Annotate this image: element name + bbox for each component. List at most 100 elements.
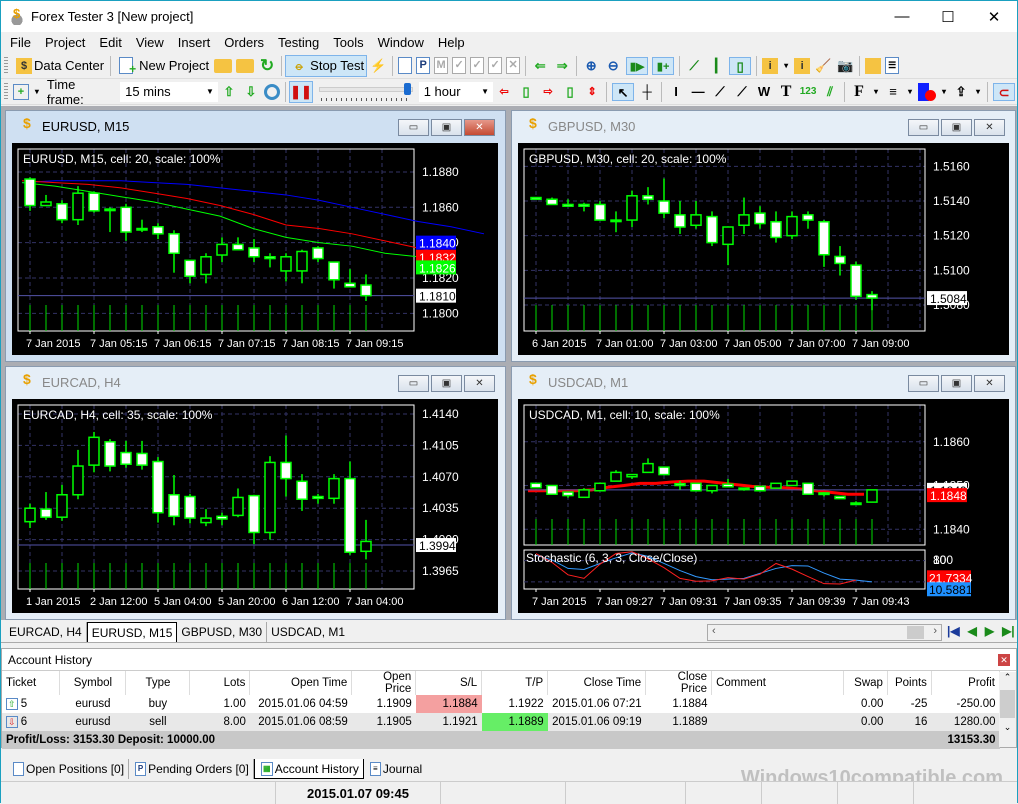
first-chart-icon[interactable]: |◀: [947, 624, 960, 638]
money-forward-icon[interactable]: ⇒: [553, 57, 571, 75]
tab-pending-orders[interactable]: P Pending Orders [0]: [129, 759, 254, 779]
elliott-wave-icon[interactable]: 123: [799, 83, 817, 101]
delete-order-icon[interactable]: ✕: [506, 57, 521, 74]
col-comment[interactable]: Comment: [711, 671, 844, 695]
chevron-down-icon[interactable]: ▾: [974, 83, 982, 101]
vertical-line-icon[interactable]: I: [667, 83, 685, 101]
chart-usdcad[interactable]: 1.18601.18501.1840USDCAD, M1, cell: 10, …: [518, 399, 1009, 613]
settings-icon[interactable]: [263, 83, 280, 100]
chart-tab-eurcad[interactable]: EURCAD, H4: [5, 622, 87, 642]
table-row[interactable]: ⇧ 5 eurusd buy 1.00 2015.01.06 04:59 1.1…: [2, 695, 1000, 713]
scroll-down-icon[interactable]: ⌄: [999, 722, 1016, 736]
chart-window-eurusd[interactable]: EURUSD, M15 ▭▣✕ 1.18801.18601.18401.1820…: [5, 110, 506, 362]
toolbar-grip[interactable]: [4, 56, 8, 75]
menu-tools[interactable]: Tools: [326, 35, 370, 50]
strategy-icon[interactable]: ⚡: [369, 57, 387, 75]
col-open-price[interactable]: Open Price: [351, 671, 417, 695]
col-close-price[interactable]: Close Price: [645, 671, 713, 695]
col-open-time[interactable]: Open Time: [249, 671, 353, 695]
tab-journal[interactable]: ≡ Journal: [364, 759, 426, 779]
money-back-icon[interactable]: ⇐: [531, 57, 549, 75]
table-row[interactable]: ⇩ 6 eurusd sell 8.00 2015.01.06 08:59 1.…: [2, 713, 1000, 731]
col-tp[interactable]: T/P: [481, 671, 549, 695]
chart-window-usdcad[interactable]: USDCAD, M1 ▭▣✕ 1.18601.18501.1840USDCAD,…: [511, 366, 1016, 620]
speed-slider[interactable]: [318, 82, 413, 101]
new-order-icon[interactable]: [398, 57, 413, 74]
scrollbar-thumb[interactable]: [1000, 690, 1015, 718]
candle-updown-icon[interactable]: ▯: [561, 83, 579, 101]
menu-orders[interactable]: Orders: [217, 35, 271, 50]
menu-window[interactable]: Window: [371, 35, 431, 50]
chevron-down-icon[interactable]: ▾: [906, 83, 914, 101]
pause-button[interactable]: ❚❚: [288, 80, 313, 103]
new-project-button[interactable]: + New Project: [114, 55, 212, 77]
wave-icon[interactable]: W: [755, 83, 773, 101]
refresh-icon[interactable]: ↻: [258, 56, 276, 75]
chevron-down-icon[interactable]: ▾: [940, 83, 948, 101]
toolbar-grip[interactable]: [4, 82, 8, 101]
text-icon[interactable]: T: [777, 83, 795, 101]
chart-minimize-button[interactable]: ▭: [398, 119, 429, 136]
menu-testing[interactable]: Testing: [271, 35, 326, 50]
menu-project[interactable]: Project: [38, 35, 92, 50]
check-icon[interactable]: ✓: [452, 57, 467, 74]
candle-chart-icon[interactable]: ▯: [729, 56, 752, 75]
trend-line-icon[interactable]: ⟋: [711, 83, 729, 101]
chart-tabs-scrollbar[interactable]: ‹ ›: [707, 624, 942, 641]
chart-restore-button[interactable]: ▣: [431, 375, 462, 392]
col-sl[interactable]: S/L: [415, 671, 483, 695]
last-chart-icon[interactable]: ▶|: [1002, 624, 1015, 638]
arrow-down-icon[interactable]: ⇩: [242, 83, 260, 101]
history-scrollbar[interactable]: ⌃ ⌄: [999, 672, 1016, 747]
maximize-button[interactable]: ☐: [925, 1, 971, 32]
check-all-icon[interactable]: ✓: [470, 57, 485, 74]
channel-icon[interactable]: ⫽: [821, 83, 839, 101]
crosshair-icon[interactable]: ┼: [638, 83, 656, 101]
pending-order-icon[interactable]: P: [416, 57, 431, 74]
arrow-up-icon[interactable]: ⇧: [220, 83, 238, 101]
cursor-icon[interactable]: ↖: [612, 82, 635, 101]
chart-close-button[interactable]: ✕: [974, 375, 1005, 392]
chart-shift-icon[interactable]: ▮▶: [626, 56, 649, 75]
chart-window-gbpusd[interactable]: GBPUSD, M30 ▭▣✕ 1.5160 1.5140 1.5120 1.5100…: [511, 110, 1016, 362]
chart-gbpusd[interactable]: 1.51601.51401.51201.51001.5080GBPUSD, M3…: [518, 143, 1009, 355]
candle-icon[interactable]: ▯: [517, 83, 535, 101]
chevron-down-icon[interactable]: ▾: [872, 83, 880, 101]
templates-icon[interactable]: [865, 57, 882, 74]
col-swap[interactable]: Swap: [843, 671, 888, 695]
chart-restore-button[interactable]: ▣: [941, 375, 972, 392]
new-chart-icon[interactable]: +: [12, 83, 29, 100]
line-style-icon[interactable]: ≡: [884, 83, 902, 101]
chart-tab-gbpusd[interactable]: GBPUSD, M30: [177, 622, 268, 642]
chart-eurusd[interactable]: 1.18801.18601.18401.18201.1800EURUSD, M1…: [12, 143, 498, 355]
magnet-icon[interactable]: ⊂: [993, 82, 1016, 101]
chart-tab-eurusd[interactable]: EURUSD, M15: [86, 622, 178, 642]
chart-eurcad[interactable]: 1.41401.41051.40701.40351.40001.3965EURC…: [12, 399, 498, 613]
tab-open-positions[interactable]: Open Positions [0]: [7, 759, 130, 779]
col-lots[interactable]: Lots: [189, 671, 251, 695]
next-chart-icon[interactable]: ▶: [985, 624, 994, 638]
indicators-icon[interactable]: i: [762, 57, 779, 74]
col-type[interactable]: Type: [125, 671, 191, 695]
menu-insert[interactable]: Insert: [171, 35, 218, 50]
chart-minimize-button[interactable]: ▭: [398, 375, 429, 392]
chart-restore-button[interactable]: ▣: [941, 119, 972, 136]
stop-test-button[interactable]: ⦵ Stop Test: [285, 54, 368, 77]
zoom-in-icon[interactable]: ⊕: [582, 57, 600, 75]
fibonacci-icon[interactable]: F: [850, 83, 868, 101]
info-icon[interactable]: i: [794, 57, 811, 74]
minimize-button[interactable]: —: [879, 1, 925, 32]
up-down-icon[interactable]: ⇕: [583, 83, 601, 101]
menu-file[interactable]: File: [3, 35, 38, 50]
chevron-down-icon[interactable]: ▾: [33, 83, 41, 101]
chart-close-button[interactable]: ✕: [464, 375, 495, 392]
auto-scroll-icon[interactable]: ▮+: [652, 56, 675, 75]
open-project-icon[interactable]: [214, 58, 233, 73]
chart-close-button[interactable]: ✕: [464, 119, 495, 136]
bar-chart-icon[interactable]: ┃: [707, 57, 725, 75]
col-profit[interactable]: Profit: [931, 671, 1001, 695]
chart-minimize-button[interactable]: ▭: [908, 119, 939, 136]
col-ticket[interactable]: Ticket: [2, 671, 61, 695]
modify-order-icon[interactable]: M: [434, 57, 449, 74]
line-chart-icon[interactable]: ⟋: [685, 57, 703, 75]
